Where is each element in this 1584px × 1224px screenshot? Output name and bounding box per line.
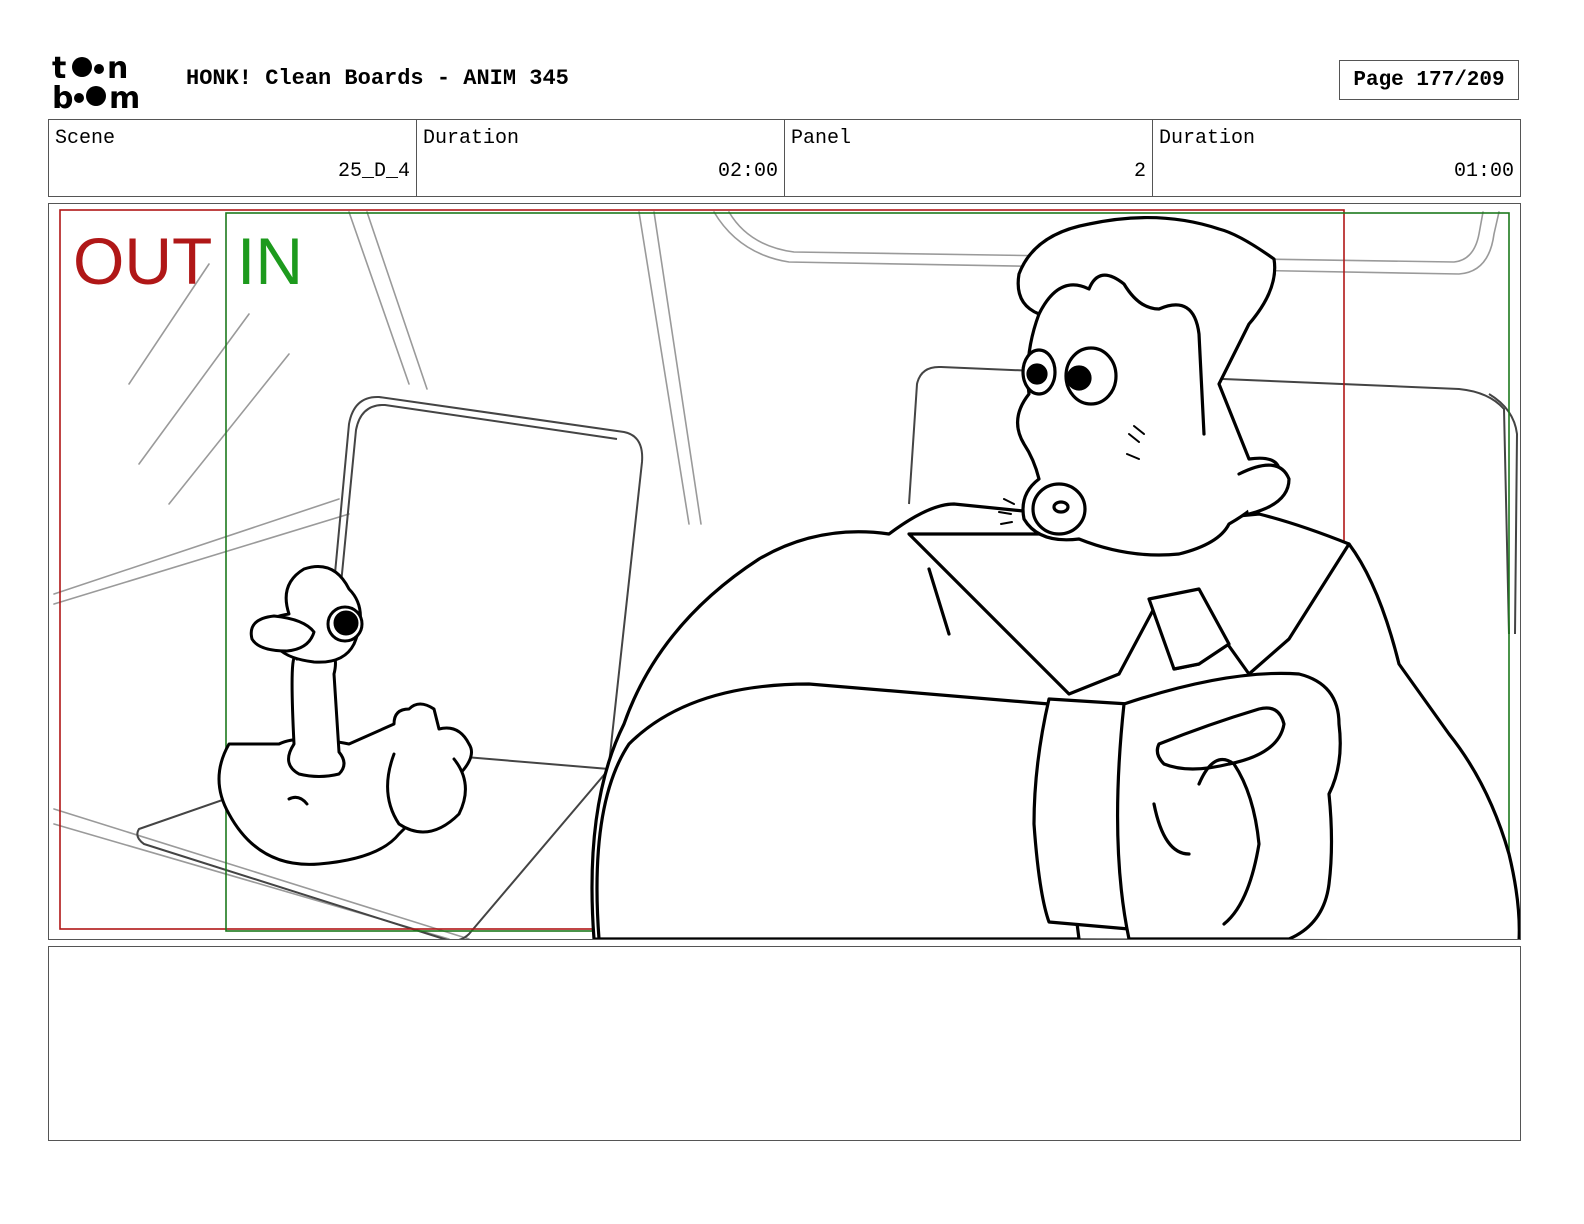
panel-label: Panel (791, 127, 852, 150)
storyboard-panel: OUT IN (48, 203, 1521, 940)
document-title: HONK! Clean Boards - ANIM 345 (186, 66, 569, 91)
scene-duration-value: 02:00 (717, 160, 778, 183)
duck-drawing (217, 565, 473, 866)
scene-cell: Scene 25_D_4 (49, 120, 417, 196)
panel-duration-value: 01:00 (1453, 160, 1514, 183)
scene-duration-cell: Duration 02:00 (417, 120, 785, 196)
svg-text:b: b (52, 81, 73, 112)
panel-duration-label: Duration (1159, 127, 1256, 150)
scene-label: Scene (55, 127, 116, 150)
storyboard-drawing (53, 209, 1520, 939)
page-indicator: Page 177/209 (1339, 60, 1519, 100)
panel-notes-area[interactable] (48, 946, 1521, 1141)
svg-text:m: m (109, 81, 140, 112)
panel-cell: Panel 2 (785, 120, 1153, 196)
panel-value: 2 (1133, 160, 1146, 183)
scene-info-row: Scene 25_D_4 Duration 02:00 Panel 2 Dura… (48, 119, 1521, 197)
panel-duration-cell: Duration 01:00 (1153, 120, 1520, 196)
out-marker-label: OUT (73, 224, 213, 298)
in-marker-label: IN (237, 224, 303, 298)
toon-boom-logo: t n b m (52, 50, 164, 116)
man-drawing (590, 215, 1520, 939)
scene-value: 25_D_4 (337, 160, 410, 183)
scene-duration-label: Duration (423, 127, 520, 150)
